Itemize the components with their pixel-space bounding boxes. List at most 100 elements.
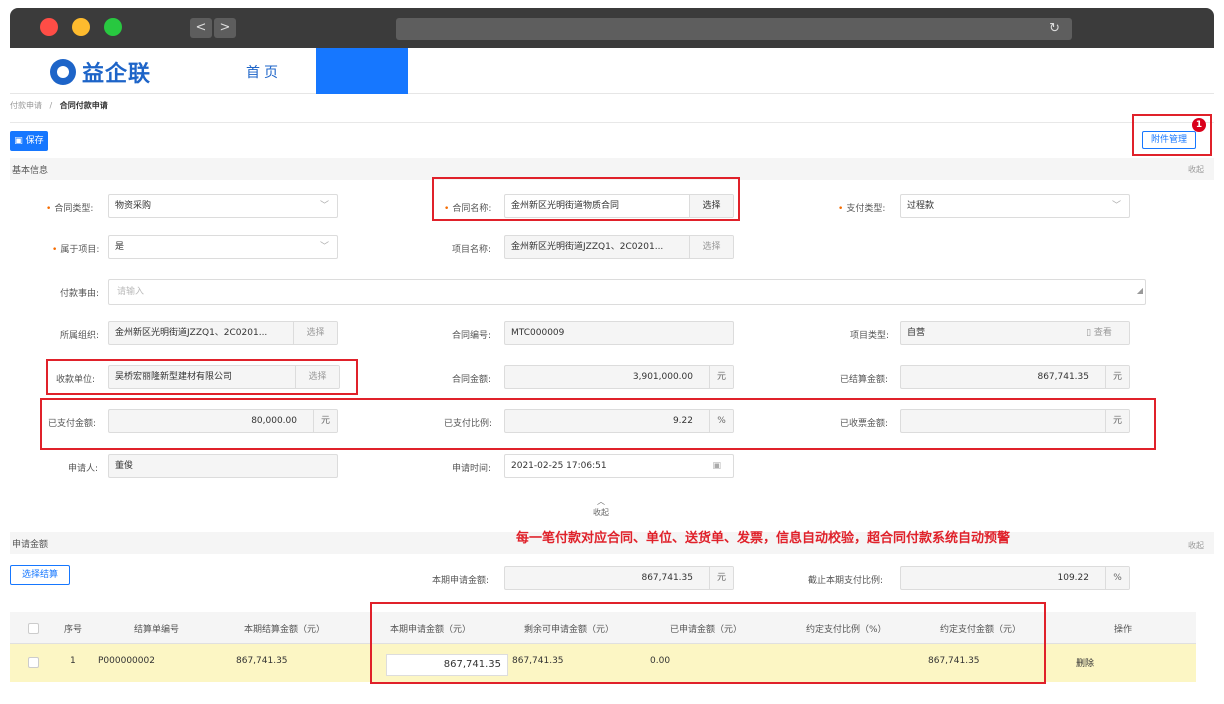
- col-settlement-no: 结算单编号: [134, 625, 180, 635]
- belongs-project-value: 是: [115, 242, 125, 252]
- breadcrumb: 付款申请 / 合同付款申请: [10, 100, 108, 111]
- project-type-label: 项目类型:: [850, 331, 890, 341]
- contract-no-value: MTC000009: [511, 328, 565, 338]
- row-index: 1: [70, 656, 76, 666]
- pay-reason-label: 付款事由:: [60, 289, 100, 299]
- collapse-link[interactable]: 收起: [1188, 164, 1204, 175]
- org-label: 所属组织:: [60, 331, 100, 341]
- back-button[interactable]: <: [190, 18, 212, 38]
- cum-ratio-unit: %: [1105, 567, 1129, 589]
- settled-amount-label: 已结算金额:: [840, 375, 889, 385]
- close-window-button[interactable]: [40, 18, 58, 36]
- save-label: 保存: [25, 136, 44, 146]
- cum-ratio-field: 109.22 %: [900, 566, 1130, 590]
- resize-handle-icon[interactable]: ◢: [1137, 279, 1143, 303]
- org-value: 金州新区光明街道JZZQ1、2C0201...: [115, 328, 268, 338]
- org-select-button[interactable]: 选择: [293, 322, 337, 344]
- settled-amount-value: 867,741.35: [1037, 372, 1089, 382]
- highlight-box-attach: [1132, 114, 1212, 156]
- contract-type-value: 物资采购: [115, 201, 152, 211]
- apply-time-label: 申请时间:: [452, 464, 492, 474]
- project-name-value: 金州新区光明街道JZZQ1、2C0201...: [511, 242, 664, 252]
- chevron-down-icon: ﹀: [319, 242, 329, 252]
- section-title: 基本信息: [12, 166, 49, 176]
- contract-type-select[interactable]: 物资采购 ﹀: [108, 194, 338, 218]
- logo-text: 益企联: [82, 62, 152, 87]
- highlight-box-contract: [432, 177, 740, 221]
- apply-time-field[interactable]: 2021-02-25 17:06:51 ▣: [504, 454, 734, 478]
- applicant-label: 申请人:: [68, 464, 99, 474]
- app-header: 益企联 首页: [10, 48, 1214, 94]
- col-settle-amount: 本期结算金额（元）: [244, 625, 326, 635]
- pay-reason-textarea[interactable]: 请输入 ◢: [108, 279, 1146, 305]
- current-amount-field: 867,741.35 元: [504, 566, 734, 590]
- project-type-view-button[interactable]: ▯ 查看: [1069, 322, 1129, 344]
- highlight-box-payment: [40, 398, 1156, 450]
- pay-type-select[interactable]: 过程款 ﹀: [900, 194, 1130, 218]
- minimize-window-button[interactable]: [72, 18, 90, 36]
- col-action: 操作: [1114, 625, 1133, 635]
- cum-ratio-value: 109.22: [1057, 573, 1090, 583]
- applicant-field: 董俊: [108, 454, 338, 478]
- logo-icon: [50, 59, 76, 85]
- row-checkbox[interactable]: [28, 657, 39, 668]
- org-field: 金州新区光明街道JZZQ1、2C0201... 选择: [108, 321, 338, 345]
- contract-no-field: MTC000009: [504, 321, 734, 345]
- settled-amount-unit: 元: [1105, 366, 1129, 388]
- apply-time-value: 2021-02-25 17:06:51: [511, 461, 607, 471]
- col-index: 序号: [64, 625, 83, 635]
- pay-reason-placeholder: 请输入: [117, 287, 145, 297]
- breadcrumb-separator: /: [49, 101, 53, 110]
- contract-amount-label: 合同金额:: [452, 375, 492, 385]
- pay-type-label: • 支付类型:: [838, 204, 886, 214]
- contract-type-label-text: 合同类型:: [54, 204, 94, 214]
- nav-active-tab[interactable]: [316, 48, 408, 94]
- calendar-icon: ▣: [712, 461, 721, 471]
- contract-amount-value: 3,901,000.00: [632, 372, 693, 382]
- belongs-project-label: • 属于项目:: [52, 245, 100, 255]
- current-amount-value: 867,741.35: [641, 573, 693, 583]
- row-settle-amount: 867,741.35: [236, 656, 288, 666]
- address-bar[interactable]: ↻: [396, 18, 1072, 40]
- warning-note: 每一笔付款对应合同、单位、送货单、发票，信息自动校验，超合同付款系统自动预警: [516, 531, 1011, 546]
- divider: [10, 122, 1214, 123]
- belongs-project-select[interactable]: 是 ﹀: [108, 235, 338, 259]
- pay-type-label-text: 支付类型:: [846, 204, 886, 214]
- project-name-label: 项目名称:: [452, 245, 492, 255]
- contract-type-label: • 合同类型:: [46, 204, 94, 214]
- cum-ratio-label: 截止本期支付比例:: [808, 576, 884, 586]
- apply-section-title: 申请金额: [12, 540, 49, 550]
- maximize-window-button[interactable]: [104, 18, 122, 36]
- logo[interactable]: 益企联: [50, 56, 151, 88]
- project-name-field: 金州新区光明街道JZZQ1、2C0201... 选择: [504, 235, 734, 259]
- reload-icon[interactable]: ↻: [1049, 21, 1060, 36]
- chevron-down-icon: ﹀: [1111, 201, 1121, 211]
- apply-collapse-link[interactable]: 收起: [1188, 540, 1204, 551]
- select-all-checkbox[interactable]: [28, 623, 39, 634]
- forward-button[interactable]: >: [214, 18, 236, 38]
- nav-home[interactable]: 首页: [246, 62, 282, 82]
- pay-type-value: 过程款: [907, 201, 935, 211]
- select-settlement-button[interactable]: 选择结算: [10, 565, 70, 585]
- breadcrumb-current: 合同付款申请: [59, 101, 108, 110]
- project-type-value: 自营: [907, 328, 926, 338]
- current-amount-unit: 元: [709, 567, 733, 589]
- applicant-value: 董俊: [115, 461, 134, 471]
- browser-chrome: < > ↻: [10, 8, 1214, 48]
- form-collapse-toggle[interactable]: ︿ 收起: [593, 496, 609, 518]
- belongs-project-label-text: 属于项目:: [60, 245, 100, 255]
- chevron-up-icon: ︿: [597, 497, 605, 506]
- project-name-select-button[interactable]: 选择: [689, 236, 733, 258]
- view-label: 查看: [1093, 328, 1112, 338]
- breadcrumb-parent[interactable]: 付款申请: [10, 101, 42, 110]
- row-settlement-no: P000000002: [98, 656, 155, 666]
- settled-amount-field: 867,741.35 元: [900, 365, 1130, 389]
- project-type-field: 自营 ▯ 查看: [900, 321, 1130, 345]
- contract-amount-unit: 元: [709, 366, 733, 388]
- contract-amount-field: 3,901,000.00 元: [504, 365, 734, 389]
- save-button[interactable]: ▣ 保存: [10, 131, 48, 151]
- chevron-down-icon: ﹀: [319, 201, 329, 211]
- delete-link[interactable]: 删除: [1076, 656, 1094, 669]
- highlight-box-table: [370, 602, 1046, 684]
- contract-no-label: 合同编号:: [452, 331, 492, 341]
